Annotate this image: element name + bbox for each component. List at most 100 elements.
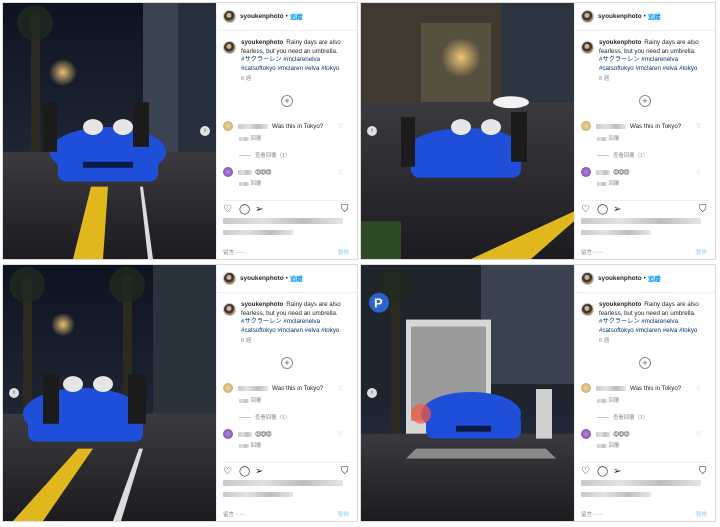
add-comment-input[interactable]: 留言⋯⋯ [581, 248, 603, 256]
caption-hashtags[interactable]: #サクラーレン #mclarenelva #catsoftokyo #mclar… [599, 318, 709, 335]
plus-circle-icon[interactable]: + [281, 357, 293, 369]
username[interactable]: syoukenphoto [598, 13, 642, 20]
follow-button[interactable]: 追蹤 [648, 12, 661, 21]
comment-text: Was this in Tokyo? [630, 384, 682, 392]
reply-link[interactable]: 回覆 [251, 136, 262, 142]
bookmark-icon[interactable]: ⛉ [699, 467, 709, 477]
plus-circle-icon[interactable]: + [639, 95, 651, 107]
avatar[interactable] [223, 10, 236, 23]
caption-hashtags[interactable]: #サクラーレン #mclarenelva #catsoftokyo #mclar… [241, 56, 351, 73]
username[interactable]: syoukenphoto [240, 275, 284, 282]
caption-hashtags[interactable]: #サクラーレン #mclarenelva #catsoftokyo #mclar… [241, 318, 351, 335]
comment-bubble-icon[interactable]: ◯ [239, 205, 250, 215]
commenter-avatar[interactable] [581, 121, 591, 131]
follow-button[interactable]: 追蹤 [290, 12, 303, 21]
bookmark-icon[interactable]: ⛉ [341, 467, 351, 477]
post-comment-button[interactable]: 發佈 [338, 510, 349, 518]
add-comment-input[interactable]: 留言⋯⋯ [223, 510, 245, 518]
reply-link[interactable]: 回覆 [609, 136, 620, 142]
reply-link[interactable]: 回覆 [251, 181, 262, 187]
comment-emoji: 😍😍😍 [613, 431, 630, 438]
commenter-avatar[interactable] [581, 383, 591, 393]
paper-plane-icon[interactable]: ➢ [255, 467, 265, 477]
post-photo[interactable]: › [3, 3, 216, 259]
post-comment-button[interactable]: 發佈 [696, 510, 707, 518]
chevron-left-icon[interactable]: ‹ [367, 388, 377, 398]
commenter-avatar[interactable] [223, 167, 233, 177]
reply-link[interactable]: 回覆 [609, 443, 620, 449]
instagram-post-panel: ‹ syoukenphoto • 追蹤 syoukenphoto Rainy da… [360, 2, 716, 260]
view-replies-link[interactable]: 查看回覆（1） [597, 413, 648, 421]
caption-username[interactable]: syoukenphoto [241, 301, 283, 308]
follow-button[interactable]: 追蹤 [648, 274, 661, 283]
comment-bubble-icon[interactable]: ◯ [239, 467, 250, 477]
comment-heart-icon[interactable]: ♡ [696, 169, 701, 176]
comment-heart-icon[interactable]: ♡ [696, 431, 701, 438]
comment-heart-icon[interactable]: ♡ [338, 431, 343, 438]
heart-icon[interactable]: ♡ [223, 467, 233, 477]
username[interactable]: syoukenphoto [598, 275, 642, 282]
comment-heart-icon[interactable]: ♡ [338, 385, 343, 392]
avatar[interactable] [223, 41, 236, 54]
reply-link[interactable]: 回覆 [609, 181, 620, 187]
comment-bubble-icon[interactable]: ◯ [597, 467, 608, 477]
paper-plane-icon[interactable]: ➢ [255, 205, 265, 215]
post-photo[interactable]: P ‹ [361, 265, 574, 521]
add-comment-input[interactable]: 留言⋯⋯ [223, 248, 245, 256]
avatar[interactable] [581, 272, 594, 285]
caption-hashtags[interactable]: #サクラーレン #mclarenelva #catsoftokyo #mclar… [599, 56, 709, 73]
follow-button[interactable]: 追蹤 [290, 274, 303, 283]
avatar[interactable] [223, 272, 236, 285]
heart-icon[interactable]: ♡ [581, 467, 591, 477]
heart-icon[interactable]: ♡ [581, 205, 591, 215]
comment-item: 😍😍😍 ♡ [581, 167, 709, 177]
add-comment-input[interactable]: 留言⋯⋯ [581, 510, 603, 518]
commenter-avatar[interactable] [223, 383, 233, 393]
post-comment-button[interactable]: 發佈 [696, 248, 707, 256]
commenter-avatar[interactable] [581, 429, 591, 439]
blurred-username [238, 385, 268, 391]
caption-username[interactable]: syoukenphoto [241, 39, 283, 46]
reply-link[interactable]: 回覆 [609, 398, 620, 404]
bookmark-icon[interactable]: ⛉ [699, 205, 709, 215]
street-scene-image [3, 3, 216, 259]
bookmark-icon[interactable]: ⛉ [341, 205, 351, 215]
post-header: syoukenphoto • 追蹤 [217, 3, 357, 31]
commenter-avatar[interactable] [581, 167, 591, 177]
username[interactable]: syoukenphoto [240, 13, 284, 20]
comment-heart-icon[interactable]: ♡ [338, 123, 343, 130]
commenter-avatar[interactable] [223, 121, 233, 131]
avatar[interactable] [581, 303, 594, 316]
blurred-likes [581, 218, 701, 225]
caption-username[interactable]: syoukenphoto [599, 39, 641, 46]
comment-heart-icon[interactable]: ♡ [696, 385, 701, 392]
plus-circle-icon[interactable]: + [639, 357, 651, 369]
comment-heart-icon[interactable]: ♡ [696, 123, 701, 130]
comment-bubble-icon[interactable]: ◯ [597, 205, 608, 215]
avatar[interactable] [223, 303, 236, 316]
chevron-left-icon[interactable]: ‹ [9, 388, 19, 398]
caption-username[interactable]: syoukenphoto [599, 301, 641, 308]
view-replies-link[interactable]: 查看回覆（1） [597, 151, 648, 159]
comment-meta: 回覆 [239, 441, 261, 449]
paper-plane-icon[interactable]: ➢ [613, 205, 623, 215]
post-photo[interactable]: ‹ [3, 265, 216, 521]
comment-meta: 回覆 [239, 396, 261, 404]
commenter-avatar[interactable] [223, 429, 233, 439]
reply-link[interactable]: 回覆 [251, 398, 262, 404]
view-replies-link[interactable]: 查看回覆（1） [239, 151, 290, 159]
comment-meta: 回覆 [239, 179, 261, 187]
avatar[interactable] [581, 41, 594, 54]
post-comment-button[interactable]: 發佈 [338, 248, 349, 256]
comment-item: Was this in Tokyo? ♡ [223, 383, 351, 393]
chevron-left-icon[interactable]: ‹ [367, 126, 377, 136]
reply-link[interactable]: 回覆 [251, 443, 262, 449]
view-replies-link[interactable]: 查看回覆（1） [239, 413, 290, 421]
chevron-right-icon[interactable]: › [200, 126, 210, 136]
comment-heart-icon[interactable]: ♡ [338, 169, 343, 176]
avatar[interactable] [581, 10, 594, 23]
heart-icon[interactable]: ♡ [223, 205, 233, 215]
paper-plane-icon[interactable]: ➢ [613, 467, 623, 477]
plus-circle-icon[interactable]: + [281, 95, 293, 107]
post-photo[interactable]: ‹ [361, 3, 574, 259]
